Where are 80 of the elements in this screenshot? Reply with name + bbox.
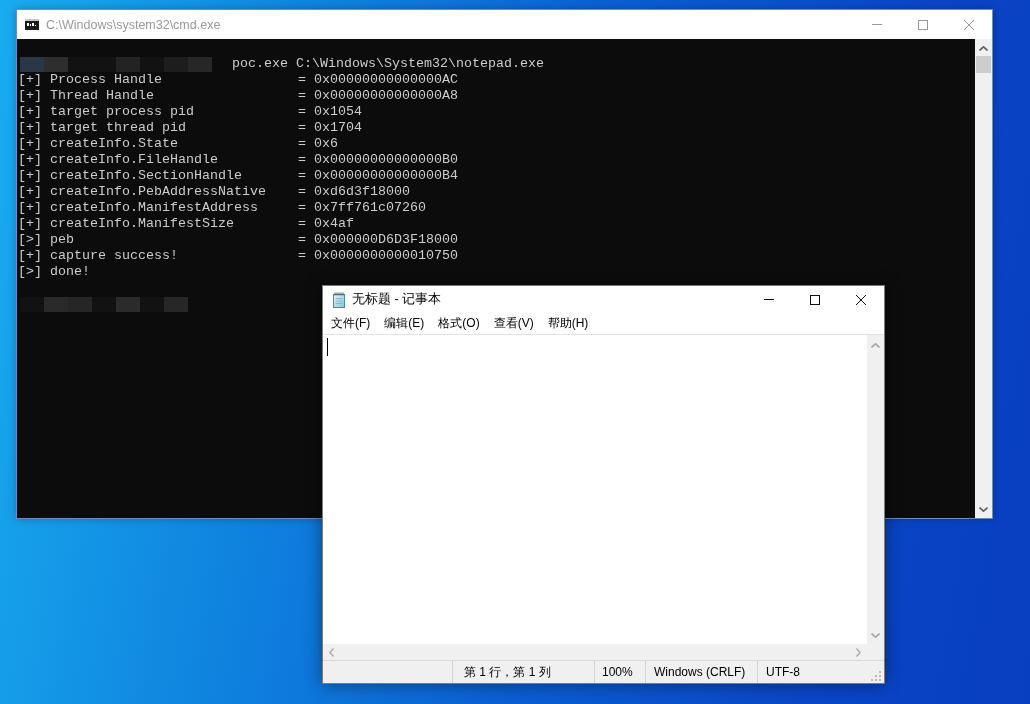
resize-grip-icon [871, 671, 881, 681]
log-marker: [+] [18, 88, 42, 104]
log-marker: [+] [18, 104, 42, 120]
status-text: UTF-8 [766, 665, 800, 679]
log-value: 0x000000D6D3F18000 [313, 232, 458, 248]
log-label: createInfo.State [50, 136, 178, 152]
close-icon [964, 19, 974, 30]
command-text: poc.exe C:\Windows\System32\notepad.exe [232, 56, 544, 72]
chevron-up-icon [871, 343, 880, 348]
scrollbar[interactable] [867, 335, 884, 644]
log-marker: [>] [18, 264, 42, 280]
log-marker: [+] [18, 72, 42, 88]
equals-sign: = [297, 216, 306, 232]
log-marker: [+] [18, 248, 42, 264]
chevron-up-icon [979, 46, 988, 51]
maximize-icon [918, 19, 928, 30]
chevron-down-icon [871, 633, 880, 638]
log-value: 0x1704 [313, 120, 362, 136]
equals-sign: = [297, 136, 306, 152]
chevron-down-icon [979, 507, 988, 512]
menu-item[interactable]: 编辑(E) [377, 313, 432, 334]
text-caret [327, 338, 328, 356]
log-value: 0x7ff761c07260 [313, 200, 426, 216]
log-value: 0x1054 [313, 104, 362, 120]
log-label: createInfo.ManifestAddress [50, 200, 258, 216]
equals-sign: = [297, 88, 306, 104]
equals-sign: = [297, 152, 306, 168]
log-label: createInfo.PebAddressNative [50, 184, 266, 200]
equals-sign: = [297, 232, 306, 248]
log-value: 0x00000000000000AC [313, 72, 458, 88]
log-value: 0xd6d3f18000 [313, 184, 410, 200]
log-value: 0x00000000000000B0 [313, 152, 458, 168]
log-label: capture success! [50, 248, 178, 264]
horizontal-scrollbar[interactable] [323, 644, 867, 660]
minimize-icon [764, 299, 774, 300]
equals-sign: = [297, 168, 306, 184]
window-title: 无标题 - 记事本 [352, 291, 442, 308]
log-value: 0x0000000000010750 [313, 248, 458, 264]
log-marker: [+] [18, 120, 42, 136]
menu-item[interactable]: 文件(F) [324, 313, 378, 334]
log-value: 0x4af [313, 216, 354, 232]
log-label: target thread pid [50, 120, 186, 136]
log-value: 0x6 [313, 136, 338, 152]
maximize-icon [810, 294, 820, 305]
log-marker: [+] [18, 216, 42, 232]
menu-item[interactable]: 格式(O) [431, 313, 487, 334]
status-text: 100% [602, 665, 633, 679]
close-icon [856, 294, 866, 305]
notepad-icon [332, 291, 346, 308]
log-label: done! [50, 264, 90, 280]
console-icon [25, 19, 39, 30]
log-value: 0x00000000000000A8 [313, 88, 458, 104]
log-value: 0x00000000000000B4 [313, 168, 458, 184]
log-marker: [>] [18, 232, 42, 248]
log-label: peb [50, 232, 74, 248]
window-title: C:\Windows\system32\cmd.exe [46, 17, 221, 32]
log-marker: [+] [18, 168, 42, 184]
log-marker: [+] [18, 184, 42, 200]
equals-sign: = [297, 248, 306, 264]
equals-sign: = [297, 184, 306, 200]
log-label: Thread Handle [50, 88, 154, 104]
status-text: 第 1 行，第 1 列 [464, 663, 551, 681]
log-marker: [+] [18, 200, 42, 216]
equals-sign: = [297, 104, 306, 120]
log-label: Process Handle [50, 72, 162, 88]
equals-sign: = [297, 200, 306, 216]
equals-sign: = [297, 72, 306, 88]
log-label: createInfo.SectionHandle [50, 168, 242, 184]
menu-item[interactable]: 查看(V) [486, 313, 541, 334]
log-label: target process pid [50, 104, 194, 120]
status-text: Windows (CRLF) [654, 665, 746, 679]
menu-item[interactable]: 帮助(H) [540, 313, 596, 334]
minimize-icon [872, 24, 882, 25]
chevron-right-icon [856, 647, 861, 657]
equals-sign: = [297, 120, 306, 136]
chevron-left-icon [329, 647, 334, 657]
log-marker: [+] [18, 152, 42, 168]
log-label: createInfo.FileHandle [50, 152, 218, 168]
log-label: createInfo.ManifestSize [50, 216, 234, 232]
log-marker: [+] [18, 136, 42, 152]
